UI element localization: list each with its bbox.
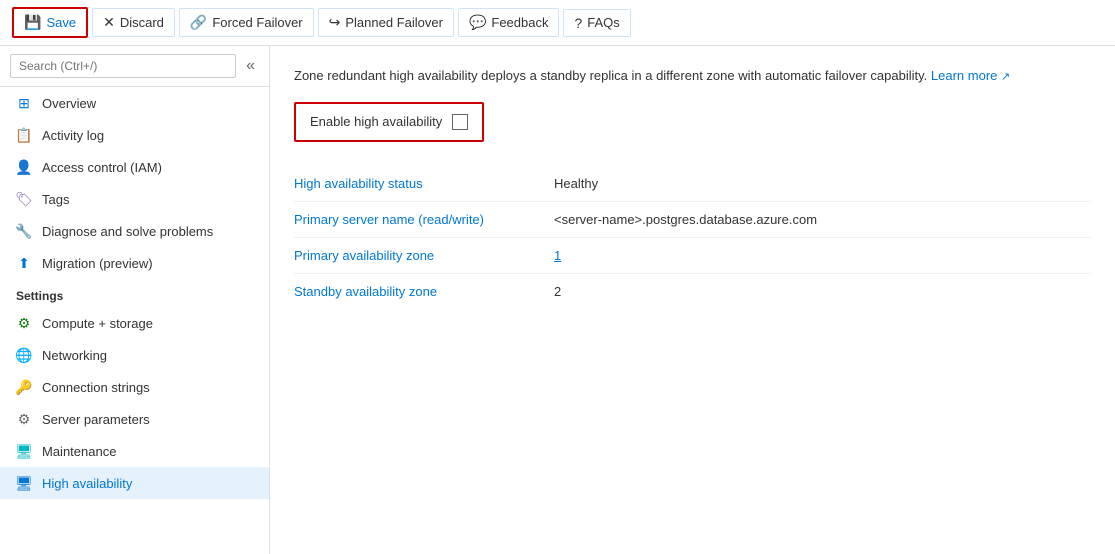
save-icon: 💾 — [24, 14, 41, 31]
enable-ha-label: Enable high availability — [310, 114, 442, 129]
table-row: High availability statusHealthy — [294, 166, 1091, 202]
save-button[interactable]: 💾 Save — [12, 7, 88, 38]
forced-failover-button[interactable]: 🔗 Forced Failover — [179, 8, 314, 37]
field-label: Primary server name (read/write) — [294, 201, 554, 237]
compute-storage-icon: ⚙ — [16, 315, 32, 331]
connection-strings-icon: 🔑 — [16, 379, 32, 395]
field-value: <server-name>.postgres.database.azure.co… — [554, 201, 1091, 237]
external-link-icon: ↗ — [1001, 71, 1010, 83]
planned-failover-label: Planned Failover — [345, 15, 443, 30]
table-row: Primary availability zone1 — [294, 237, 1091, 273]
sidebar: « ⊞ Overview 📋 Activity log 👤 Access con… — [0, 46, 270, 554]
sidebar-item-label: Networking — [42, 348, 107, 363]
enable-ha-container: Enable high availability — [294, 102, 484, 142]
sidebar-item-networking[interactable]: 🌐 Networking — [0, 339, 269, 371]
sidebar-item-connection-strings[interactable]: 🔑 Connection strings — [0, 371, 269, 403]
description-text: Zone redundant high availability deploys… — [294, 66, 1091, 86]
field-value: Healthy — [554, 166, 1091, 202]
networking-icon: 🌐 — [16, 347, 32, 363]
sidebar-item-server-parameters[interactable]: ⚙ Server parameters — [0, 403, 269, 435]
field-value-link[interactable]: 1 — [554, 248, 561, 263]
high-availability-icon: 🖥 — [16, 475, 32, 491]
feedback-button[interactable]: 💬 Feedback — [458, 8, 560, 37]
feedback-label: Feedback — [491, 15, 548, 30]
settings-section-header: Settings — [0, 279, 269, 307]
activity-log-icon: 📋 — [16, 127, 32, 143]
sidebar-item-maintenance[interactable]: 🖥 Maintenance — [0, 435, 269, 467]
field-value: 2 — [554, 273, 1091, 309]
discard-label: Discard — [120, 15, 164, 30]
forced-failover-icon: 🔗 — [190, 14, 207, 31]
main-layout: « ⊞ Overview 📋 Activity log 👤 Access con… — [0, 46, 1115, 554]
search-bar: « — [0, 46, 269, 87]
sidebar-item-label: Server parameters — [42, 412, 150, 427]
learn-more-link[interactable]: Learn more — [931, 68, 997, 83]
sidebar-item-tags[interactable]: 🏷 Tags — [0, 183, 269, 215]
field-label: Primary availability zone — [294, 237, 554, 273]
sidebar-item-label: Maintenance — [42, 444, 116, 459]
faqs-label: FAQs — [587, 15, 620, 30]
enable-ha-checkbox[interactable] — [452, 114, 468, 130]
table-row: Primary server name (read/write)<server-… — [294, 201, 1091, 237]
field-value: 1 — [554, 237, 1091, 273]
forced-failover-label: Forced Failover — [212, 15, 302, 30]
sidebar-item-label: Diagnose and solve problems — [42, 224, 213, 239]
ha-info-table: High availability statusHealthyPrimary s… — [294, 166, 1091, 309]
diagnose-icon: 🔧 — [16, 223, 32, 239]
maintenance-icon: 🖥 — [16, 443, 32, 459]
overview-icon: ⊞ — [16, 95, 32, 111]
toolbar: 💾 Save ✕ Discard 🔗 Forced Failover ↪ Pla… — [0, 0, 1115, 46]
migration-icon: ⬆ — [16, 255, 32, 271]
save-label: Save — [46, 15, 76, 30]
sidebar-item-label: Overview — [42, 96, 96, 111]
sidebar-item-label: Tags — [42, 192, 69, 207]
access-control-icon: 👤 — [16, 159, 32, 175]
planned-failover-button[interactable]: ↪ Planned Failover — [318, 8, 454, 37]
server-parameters-icon: ⚙ — [16, 411, 32, 427]
sidebar-item-label: High availability — [42, 476, 132, 491]
faqs-button[interactable]: ? FAQs — [563, 9, 630, 37]
field-label: High availability status — [294, 166, 554, 202]
sidebar-item-high-availability[interactable]: 🖥 High availability — [0, 467, 269, 499]
content-area: Zone redundant high availability deploys… — [270, 46, 1115, 554]
sidebar-item-compute-storage[interactable]: ⚙ Compute + storage — [0, 307, 269, 339]
sidebar-item-label: Compute + storage — [42, 316, 153, 331]
sidebar-item-activity-log[interactable]: 📋 Activity log — [0, 119, 269, 151]
collapse-button[interactable]: « — [242, 55, 259, 77]
feedback-icon: 💬 — [469, 14, 486, 31]
field-label: Standby availability zone — [294, 273, 554, 309]
sidebar-item-diagnose[interactable]: 🔧 Diagnose and solve problems — [0, 215, 269, 247]
sidebar-item-label: Connection strings — [42, 380, 150, 395]
sidebar-item-migration[interactable]: ⬆ Migration (preview) — [0, 247, 269, 279]
planned-failover-icon: ↪ — [329, 14, 341, 31]
search-input[interactable] — [10, 54, 236, 78]
sidebar-item-label: Activity log — [42, 128, 104, 143]
tags-icon: 🏷 — [16, 191, 32, 207]
discard-button[interactable]: ✕ Discard — [92, 8, 175, 37]
sidebar-item-label: Access control (IAM) — [42, 160, 162, 175]
sidebar-item-label: Migration (preview) — [42, 256, 153, 271]
table-row: Standby availability zone2 — [294, 273, 1091, 309]
discard-icon: ✕ — [103, 14, 115, 31]
faqs-icon: ? — [574, 15, 582, 31]
sidebar-item-access-control[interactable]: 👤 Access control (IAM) — [0, 151, 269, 183]
sidebar-item-overview[interactable]: ⊞ Overview — [0, 87, 269, 119]
